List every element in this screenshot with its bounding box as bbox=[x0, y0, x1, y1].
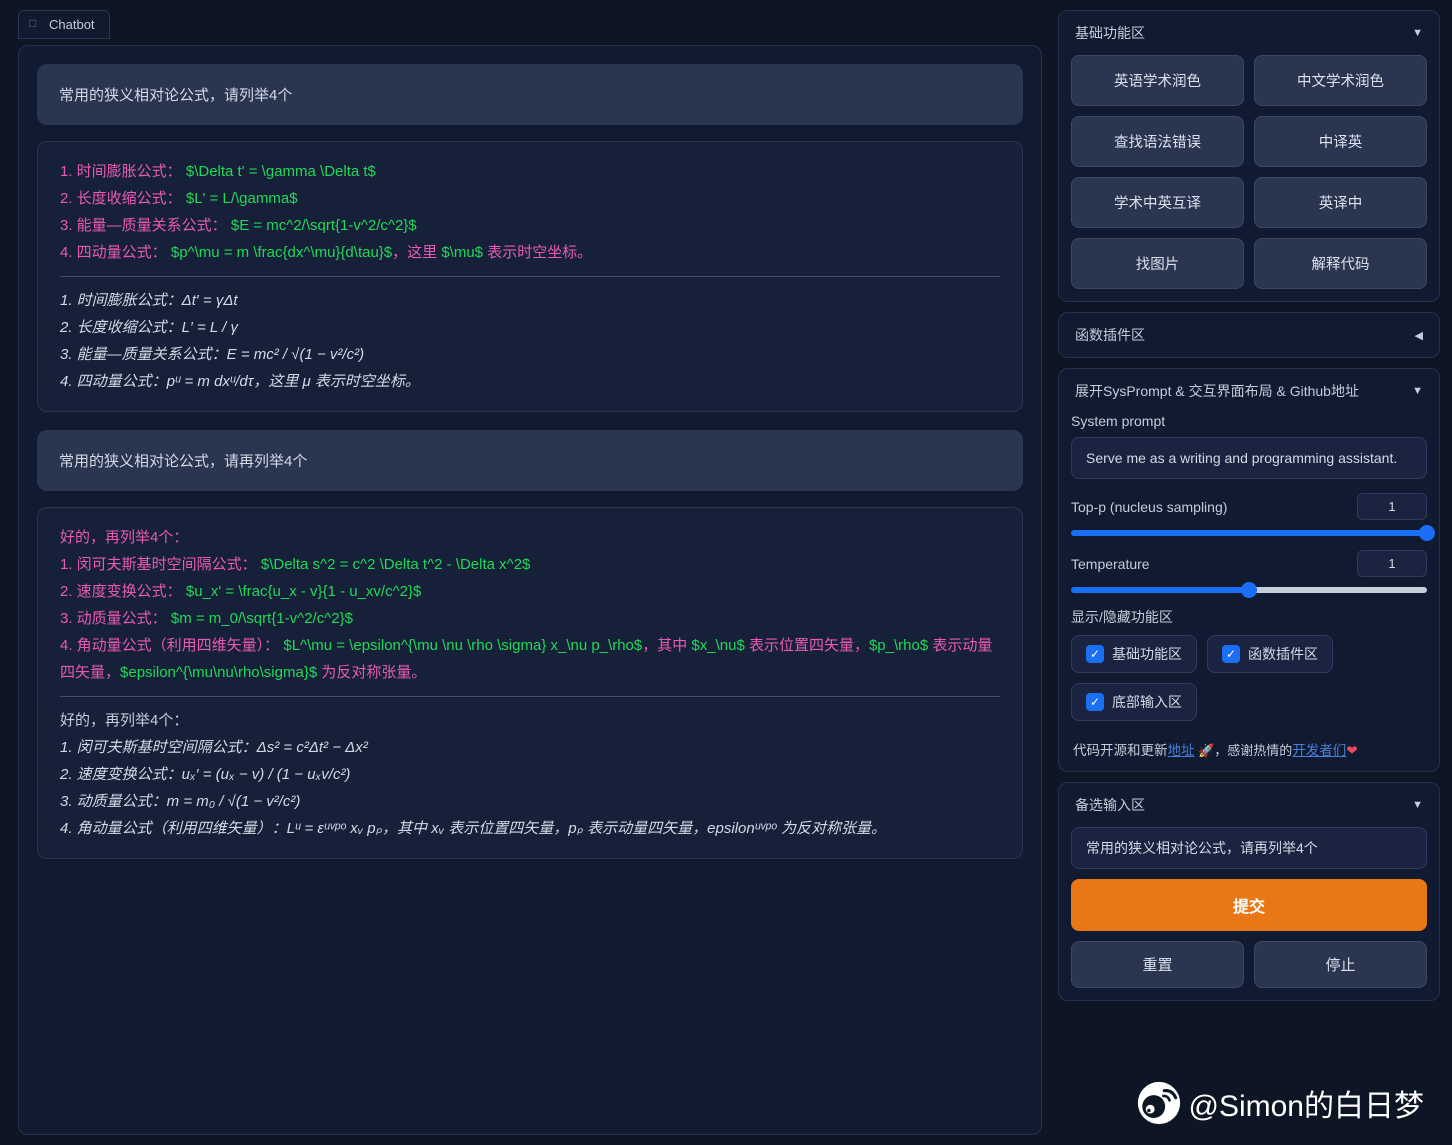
rendered-formula: 2. 长度收缩公式：L′ = L / γ bbox=[60, 314, 1000, 341]
stop-button[interactable]: 停止 bbox=[1254, 941, 1427, 988]
credits-text: 代码开源和更新地址 🚀，感谢热情的开发者们❤ bbox=[1071, 735, 1427, 759]
chk-bottom-input[interactable]: ✓ 底部输入区 bbox=[1071, 683, 1197, 721]
rendered-formula: 3. 能量—质量关系公式：E = mc² / √(1 − v²/c²) bbox=[60, 341, 1000, 368]
rendered-formula: 1. 时间膨胀公式：Δt′ = γΔt bbox=[60, 287, 1000, 314]
formula-text: 表示时空坐标。 bbox=[483, 244, 592, 261]
formula-label: 3. 能量—质量关系公式： bbox=[60, 217, 227, 234]
submit-button[interactable]: 提交 bbox=[1071, 879, 1427, 931]
rendered-formula: 4. 四动量公式：pᵘ = m dxᵘ/dτ，这里 μ 表示时空坐标。 bbox=[60, 368, 1000, 395]
fn-zh-to-en[interactable]: 中译英 bbox=[1254, 116, 1427, 167]
user-message: 常用的狭义相对论公式，请再列举4个 bbox=[37, 430, 1023, 491]
panel-title: 函数插件区 bbox=[1075, 325, 1145, 345]
tab-chatbot[interactable]: Chatbot bbox=[18, 10, 110, 39]
rendered-formula: 1. 闵可夫斯基时空间隔公式：Δs² = c²Δt² − Δx² bbox=[60, 734, 1000, 761]
latex-source: $L' = L/\gamma$ bbox=[186, 190, 298, 207]
fn-en-to-zh[interactable]: 英译中 bbox=[1254, 177, 1427, 228]
chevron-down-icon: ▼ bbox=[1412, 27, 1423, 39]
prompt-input[interactable] bbox=[1071, 827, 1427, 869]
basic-functions-panel: 基础功能区 ▼ 英语学术润色 中文学术润色 查找语法错误 中译英 学术中英互译 … bbox=[1058, 10, 1440, 302]
panel-title: 展开SysPrompt & 交互界面布局 & Github地址 bbox=[1075, 381, 1359, 401]
slider-thumb[interactable] bbox=[1241, 582, 1257, 598]
latex-source: $p_\rho$ bbox=[869, 637, 928, 654]
latex-source: $x_\nu$ bbox=[691, 637, 744, 654]
formula-label: 1. 闵可夫斯基时空间隔公式： bbox=[60, 556, 257, 573]
chk-label: 函数插件区 bbox=[1248, 644, 1318, 664]
chevron-down-icon: ▼ bbox=[1412, 385, 1423, 397]
chk-plugin[interactable]: ✓ 函数插件区 bbox=[1207, 635, 1333, 673]
rendered-formula: 2. 速度变换公式：uₓ′ = (uₓ − v) / (1 − uₓv/c²) bbox=[60, 761, 1000, 788]
slider-thumb[interactable] bbox=[1419, 525, 1435, 541]
rendered-formula: 3. 动质量公式：m = m₀ / √(1 − v²/c²) bbox=[60, 788, 1000, 815]
panel-title: 备选输入区 bbox=[1075, 795, 1145, 815]
rocket-icon: 🚀，感谢热情的 bbox=[1195, 743, 1293, 758]
fn-grammar-check[interactable]: 查找语法错误 bbox=[1071, 116, 1244, 167]
chevron-down-icon: ▼ bbox=[1412, 799, 1423, 811]
chk-label: 底部输入区 bbox=[1112, 692, 1182, 712]
user-message: 常用的狭义相对论公式，请列举4个 bbox=[37, 64, 1023, 125]
formula-label: 4. 四动量公式： bbox=[60, 244, 167, 261]
advanced-panel: 展开SysPrompt & 交互界面布局 & Github地址 ▼ System… bbox=[1058, 368, 1440, 772]
latex-source: $m = m_0/\sqrt{1-v^2/c^2}$ bbox=[171, 610, 353, 627]
formula-text: 为反对称张量。 bbox=[317, 664, 426, 681]
formula-label: 2. 速度变换公式： bbox=[60, 583, 182, 600]
topp-label: Top-p (nucleus sampling) bbox=[1071, 499, 1227, 515]
formula-text: 表示位置四矢量， bbox=[745, 637, 869, 654]
chevron-left-icon: ◀ bbox=[1415, 329, 1423, 342]
visibility-label: 显示/隐藏功能区 bbox=[1071, 607, 1427, 627]
input-panel: 备选输入区 ▼ 提交 重置 停止 bbox=[1058, 782, 1440, 1001]
formula-label: 2. 长度收缩公式： bbox=[60, 190, 182, 207]
topp-slider[interactable] bbox=[1071, 530, 1427, 536]
bot-message: 好的，再列举4个： 1. 闵可夫斯基时空间隔公式： $\Delta s^2 = … bbox=[37, 507, 1023, 859]
sysprompt-input[interactable] bbox=[1071, 437, 1427, 479]
formula-text: ，这里 bbox=[392, 244, 441, 261]
bot-message: 1. 时间膨胀公式： $\Delta t' = \gamma \Delta t$… bbox=[37, 141, 1023, 412]
source-link[interactable]: 地址 bbox=[1168, 743, 1195, 758]
plugin-header[interactable]: 函数插件区 ◀ bbox=[1059, 313, 1439, 357]
basic-functions-header[interactable]: 基础功能区 ▼ bbox=[1059, 11, 1439, 55]
checkbox-checked-icon: ✓ bbox=[1086, 645, 1104, 663]
sysprompt-label: System prompt bbox=[1071, 413, 1427, 429]
chat-panel: 常用的狭义相对论公式，请列举4个 1. 时间膨胀公式： $\Delta t' =… bbox=[18, 45, 1042, 1135]
tab-bar: Chatbot bbox=[18, 10, 1042, 39]
fn-explain-code[interactable]: 解释代码 bbox=[1254, 238, 1427, 289]
latex-source: $\mu$ bbox=[441, 244, 483, 261]
latex-source: $L^\mu = \epsilon^{\mu \nu \rho \sigma} … bbox=[283, 637, 642, 654]
input-header[interactable]: 备选输入区 ▼ bbox=[1059, 783, 1439, 827]
latex-source: $p^\mu = m \frac{dx^\mu}{d\tau}$ bbox=[171, 244, 392, 261]
latex-source: $\Delta t' = \gamma \Delta t$ bbox=[186, 163, 376, 180]
heart-icon: ❤ bbox=[1346, 743, 1357, 758]
latex-source: $\Delta s^2 = c^2 \Delta t^2 - \Delta x^… bbox=[261, 556, 531, 573]
formula-text: ，其中 bbox=[642, 637, 691, 654]
formula-label: 4. 角动量公式（利用四维矢量）： bbox=[60, 637, 279, 654]
panel-title: 基础功能区 bbox=[1075, 23, 1145, 43]
checkbox-checked-icon: ✓ bbox=[1222, 645, 1240, 663]
formula-label: 3. 动质量公式： bbox=[60, 610, 167, 627]
fn-english-polish[interactable]: 英语学术润色 bbox=[1071, 55, 1244, 106]
advanced-header[interactable]: 展开SysPrompt & 交互界面布局 & Github地址 ▼ bbox=[1059, 369, 1439, 413]
formula-label: 1. 时间膨胀公式： bbox=[60, 163, 182, 180]
fn-academic-translate[interactable]: 学术中英互译 bbox=[1071, 177, 1244, 228]
fn-chinese-polish[interactable]: 中文学术润色 bbox=[1254, 55, 1427, 106]
latex-source: $u_x' = \frac{u_x - v}{1 - u_xv/c^2}$ bbox=[186, 583, 421, 600]
fn-find-image[interactable]: 找图片 bbox=[1071, 238, 1244, 289]
temperature-value[interactable]: 1 bbox=[1357, 550, 1427, 577]
chk-basic[interactable]: ✓ 基础功能区 bbox=[1071, 635, 1197, 673]
plugin-panel: 函数插件区 ◀ bbox=[1058, 312, 1440, 358]
latex-source: $epsilon^{\mu\nu\rho\sigma}$ bbox=[120, 664, 317, 681]
rendered-intro: 好的，再列举4个： bbox=[60, 707, 1000, 734]
checkbox-checked-icon: ✓ bbox=[1086, 693, 1104, 711]
latex-source: $E = mc^2/\sqrt{1-v^2/c^2}$ bbox=[231, 217, 417, 234]
formula-text: 好的，再列举4个： bbox=[60, 524, 1000, 551]
reset-button[interactable]: 重置 bbox=[1071, 941, 1244, 988]
temperature-slider[interactable] bbox=[1071, 587, 1427, 593]
devs-link[interactable]: 开发者们 bbox=[1292, 743, 1346, 758]
temperature-label: Temperature bbox=[1071, 556, 1150, 572]
rendered-formula: 4. 角动量公式（利用四维矢量）：Lᵘ = εᵘᵛᵖᵒ xᵥ pₚ，其中 xᵥ … bbox=[60, 815, 1000, 842]
topp-value[interactable]: 1 bbox=[1357, 493, 1427, 520]
chk-label: 基础功能区 bbox=[1112, 644, 1182, 664]
